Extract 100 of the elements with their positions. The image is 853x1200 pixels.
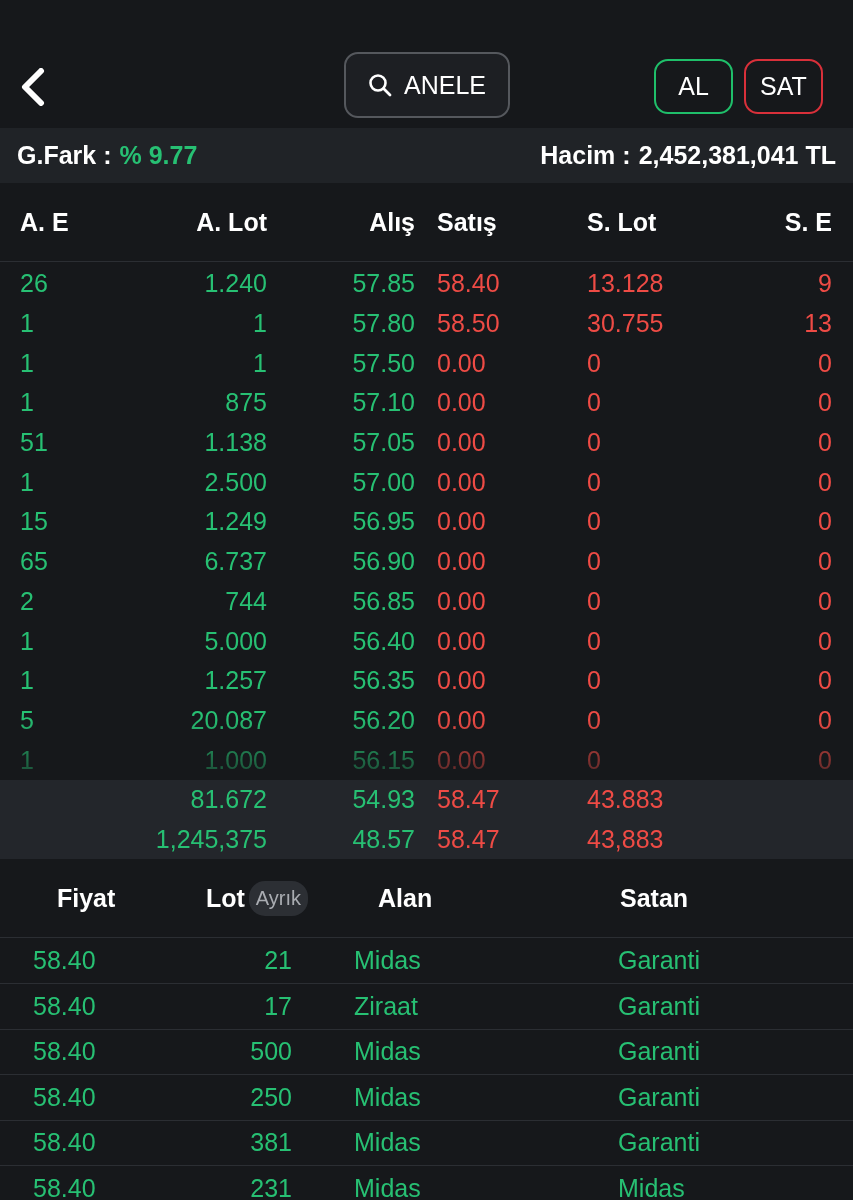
table-cell-text: 9 <box>817 269 832 299</box>
buy-button[interactable]: AL <box>654 59 733 114</box>
table-cell-text: 56.40 <box>351 626 415 656</box>
total-cell-text: 81.672 <box>189 785 267 815</box>
table-cell-text: 0 <box>587 626 602 656</box>
table-cell-text: 0 <box>817 348 832 378</box>
table-cell-text: Garanti <box>618 946 701 976</box>
table-cell-text: 0.00 <box>436 547 487 577</box>
table-cell-text: 57.10 <box>351 388 415 418</box>
table-cell-text: 58.40 <box>436 269 501 299</box>
table-cell-text: Garanti <box>618 1082 701 1112</box>
table-cell-text: 0 <box>817 666 832 696</box>
table-cell-text: 0.00 <box>436 428 487 458</box>
table-cell-text: 6.737 <box>203 547 267 577</box>
table-cell-text: 58.40 <box>33 1128 97 1158</box>
table-cell-text: 2 <box>20 586 35 616</box>
table-cell-text: 1.000 <box>203 745 267 775</box>
table-cell-text: 15 <box>20 507 49 537</box>
table-cell-text: 0 <box>817 388 832 418</box>
volume-label: Hacim : <box>540 141 631 170</box>
table-cell-text: 21 <box>263 946 292 976</box>
table-cell-text: 1.257 <box>203 666 267 696</box>
table-cell-text: 0 <box>817 547 832 577</box>
table-cell-text: 5.000 <box>203 626 267 656</box>
table-cell-text: 0 <box>817 705 832 735</box>
table-cell-text: 57.80 <box>351 309 415 339</box>
table-cell-text: 58.50 <box>436 309 501 339</box>
table-cell-text: Midas <box>354 946 422 976</box>
search-button[interactable]: ANELE <box>344 52 510 118</box>
table-cell-text: 0 <box>587 705 602 735</box>
table-cell-text: 1.138 <box>203 428 267 458</box>
total-cell-text: 48.57 <box>351 824 415 854</box>
table-cell-text: 0 <box>587 666 602 696</box>
table-cell-text: 51 <box>20 428 49 458</box>
table-cell-text: 13 <box>803 309 832 339</box>
table-cell-text: 0 <box>817 467 832 497</box>
table-cell-text: 65 <box>20 547 49 577</box>
table-cell-text: 0.00 <box>436 586 487 616</box>
table-cell-text: 30.755 <box>587 309 665 339</box>
total-cell-text: 54.93 <box>351 785 415 815</box>
back-icon[interactable] <box>20 67 46 106</box>
table-cell-text: 56.15 <box>351 745 415 775</box>
column-header: Alan <box>378 883 433 912</box>
column-header: Satış <box>436 207 498 237</box>
table-cell-text: 1 <box>20 388 35 418</box>
table-cell-text: 1 <box>20 745 35 775</box>
table-cell-text: 0 <box>817 626 832 656</box>
table-cell-text: 0.00 <box>436 348 487 378</box>
table-cell-text: 0 <box>587 388 602 418</box>
table-cell-text: Midas <box>354 1037 422 1067</box>
table-cell-text: 0 <box>817 428 832 458</box>
table-cell-text: Midas <box>354 1174 422 1200</box>
column-header: Lot <box>205 883 245 913</box>
search-icon <box>368 73 392 97</box>
table-cell-text: 0 <box>587 507 602 537</box>
table-cell-text: 58.40 <box>33 1082 97 1112</box>
table-cell-text: 56.95 <box>351 507 415 537</box>
table-cell-text: 20.087 <box>189 705 267 735</box>
table-cell-text: 57.05 <box>351 428 415 458</box>
table-cell-text: 744 <box>224 586 267 616</box>
table-cell-text: 500 <box>249 1037 292 1067</box>
table-cell-text: 0 <box>587 428 602 458</box>
table-cell-text: 56.35 <box>351 666 415 696</box>
table-cell-text: Midas <box>354 1082 422 1112</box>
table-cell-text: 1 <box>20 467 35 497</box>
table-cell-text: 58.40 <box>33 946 97 976</box>
sell-button[interactable]: SAT <box>744 59 823 114</box>
column-header: A. Lot <box>195 207 267 237</box>
table-cell-text: 0 <box>587 348 602 378</box>
table-cell-text: 0.00 <box>436 745 487 775</box>
column-header: S. Lot <box>587 207 658 237</box>
table-cell-text: 2.500 <box>203 467 267 497</box>
table-cell-text: 57.00 <box>351 467 415 497</box>
table-cell-text: 58.40 <box>33 991 97 1021</box>
column-header: Satan <box>620 883 689 912</box>
table-cell-text: 0 <box>587 586 602 616</box>
table-cell-text: 0.00 <box>436 467 487 497</box>
table-cell-text: 17 <box>263 991 292 1021</box>
split-toggle[interactable]: Ayrık <box>248 880 308 916</box>
column-header: Alış <box>368 207 415 237</box>
table-cell-text: 57.85 <box>351 269 415 299</box>
table-cell-text: 1 <box>20 626 35 656</box>
table-cell-text: 0 <box>817 745 832 775</box>
total-cell-text: 43,883 <box>587 824 665 854</box>
table-cell-text: 13.128 <box>587 269 665 299</box>
change-label: G.Fark : <box>17 141 112 170</box>
table-cell-text: Midas <box>618 1174 686 1200</box>
change-value: % 9.77 <box>119 141 198 170</box>
table-cell-text: 57.50 <box>351 348 415 378</box>
table-cell-text: 1.249 <box>203 507 267 537</box>
total-cell-text: 1,245,375 <box>154 824 267 854</box>
table-cell-text: 58.40 <box>33 1174 97 1200</box>
table-cell-text: 0.00 <box>436 666 487 696</box>
table-cell-text: 0.00 <box>436 705 487 735</box>
table-cell-text: 0.00 <box>436 626 487 656</box>
table-cell-text: 381 <box>249 1128 292 1158</box>
table-cell-text: Ziraat <box>354 991 419 1021</box>
table-cell-text: 0.00 <box>436 507 487 537</box>
table-cell-text: Garanti <box>618 991 701 1021</box>
column-header: S. E <box>783 207 832 237</box>
